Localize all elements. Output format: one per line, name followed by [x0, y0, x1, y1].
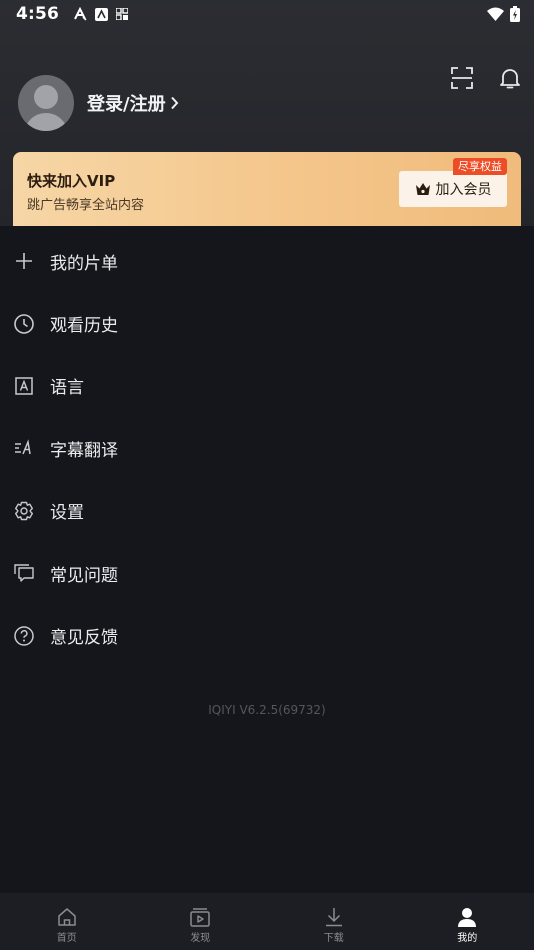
vip-subtitle: 跳广告畅享全站内容: [27, 198, 145, 213]
status-notification-icons: [73, 7, 129, 21]
chevron-right-icon: [170, 96, 178, 110]
bottom-tab-bar: 首页 发现 下载 我的: [0, 893, 534, 950]
wifi-icon: [487, 7, 504, 21]
menu-item-watch-history[interactable]: 观看历史: [0, 292, 534, 354]
menu-list: 我的片单 观看历史 语言 字幕翻译 设置 常见问题 意见反馈: [0, 230, 534, 667]
menu-item-subtitle-translation[interactable]: 字幕翻译: [0, 417, 534, 479]
menu-item-faq[interactable]: 常见问题: [0, 542, 534, 604]
menu-item-label: 意见反馈: [50, 628, 118, 649]
tab-discover[interactable]: 发现: [134, 893, 268, 950]
status-time: 4:56: [16, 4, 60, 24]
tab-download[interactable]: 下载: [267, 893, 401, 950]
person-icon: [458, 908, 477, 927]
status-system-icons: [487, 6, 520, 22]
menu-item-label: 观看历史: [50, 316, 118, 337]
notification-a-icon: [74, 7, 87, 21]
app-version: IQIYI V6.2.5(69732): [208, 703, 326, 717]
menu-item-label: 常见问题: [50, 565, 118, 586]
join-vip-label: 加入会员: [435, 182, 492, 198]
notification-grid-icon: [116, 8, 129, 20]
login-register-label: 登录/注册: [87, 94, 166, 115]
battery-charging-icon: [510, 6, 520, 22]
download-icon: [325, 908, 342, 927]
chat-bubbles-icon: [13, 562, 35, 584]
menu-item-language[interactable]: 语言: [0, 355, 534, 417]
join-vip-button[interactable]: 加入会员: [399, 171, 507, 207]
tab-label: 我的: [457, 933, 478, 944]
menu-item-settings[interactable]: 设置: [0, 480, 534, 542]
profile-login[interactable]: 登录/注册: [18, 75, 179, 131]
bell-icon[interactable]: [498, 66, 522, 90]
gear-icon: [13, 500, 35, 522]
vip-banner[interactable]: 快来加入VIP 跳广告畅享全站内容 加入会员 尽享权益: [13, 152, 521, 226]
menu-item-feedback[interactable]: 意见反馈: [0, 604, 534, 666]
menu-item-label: 设置: [50, 503, 84, 524]
plus-icon: [13, 250, 35, 272]
menu-item-my-list[interactable]: 我的片单: [0, 230, 534, 292]
notification-box-icon: [95, 7, 109, 21]
question-icon: [13, 625, 35, 647]
tab-home[interactable]: 首页: [0, 893, 134, 950]
subtitle-translate-icon: [13, 437, 35, 459]
vip-title: 快来加入VIP: [27, 172, 116, 190]
tab-mine[interactable]: 我的: [401, 893, 534, 950]
menu-item-label: 语言: [50, 378, 84, 399]
tab-label: 发现: [190, 933, 211, 944]
avatar[interactable]: [18, 75, 74, 131]
scan-icon[interactable]: [450, 66, 474, 90]
menu-item-label: 字幕翻译: [50, 440, 118, 461]
language-icon: [13, 375, 35, 397]
clock-icon: [13, 313, 35, 335]
menu-item-label: 我的片单: [50, 253, 118, 274]
crown-icon: [415, 183, 430, 195]
login-register-link[interactable]: 登录/注册: [87, 90, 179, 116]
home-icon: [58, 908, 76, 926]
vip-benefits-badge: 尽享权益: [453, 158, 507, 175]
status-bar: 4:56: [0, 0, 534, 28]
play-box-icon: [190, 908, 210, 927]
tab-label: 下载: [323, 933, 344, 944]
tab-label: 首页: [56, 933, 77, 944]
